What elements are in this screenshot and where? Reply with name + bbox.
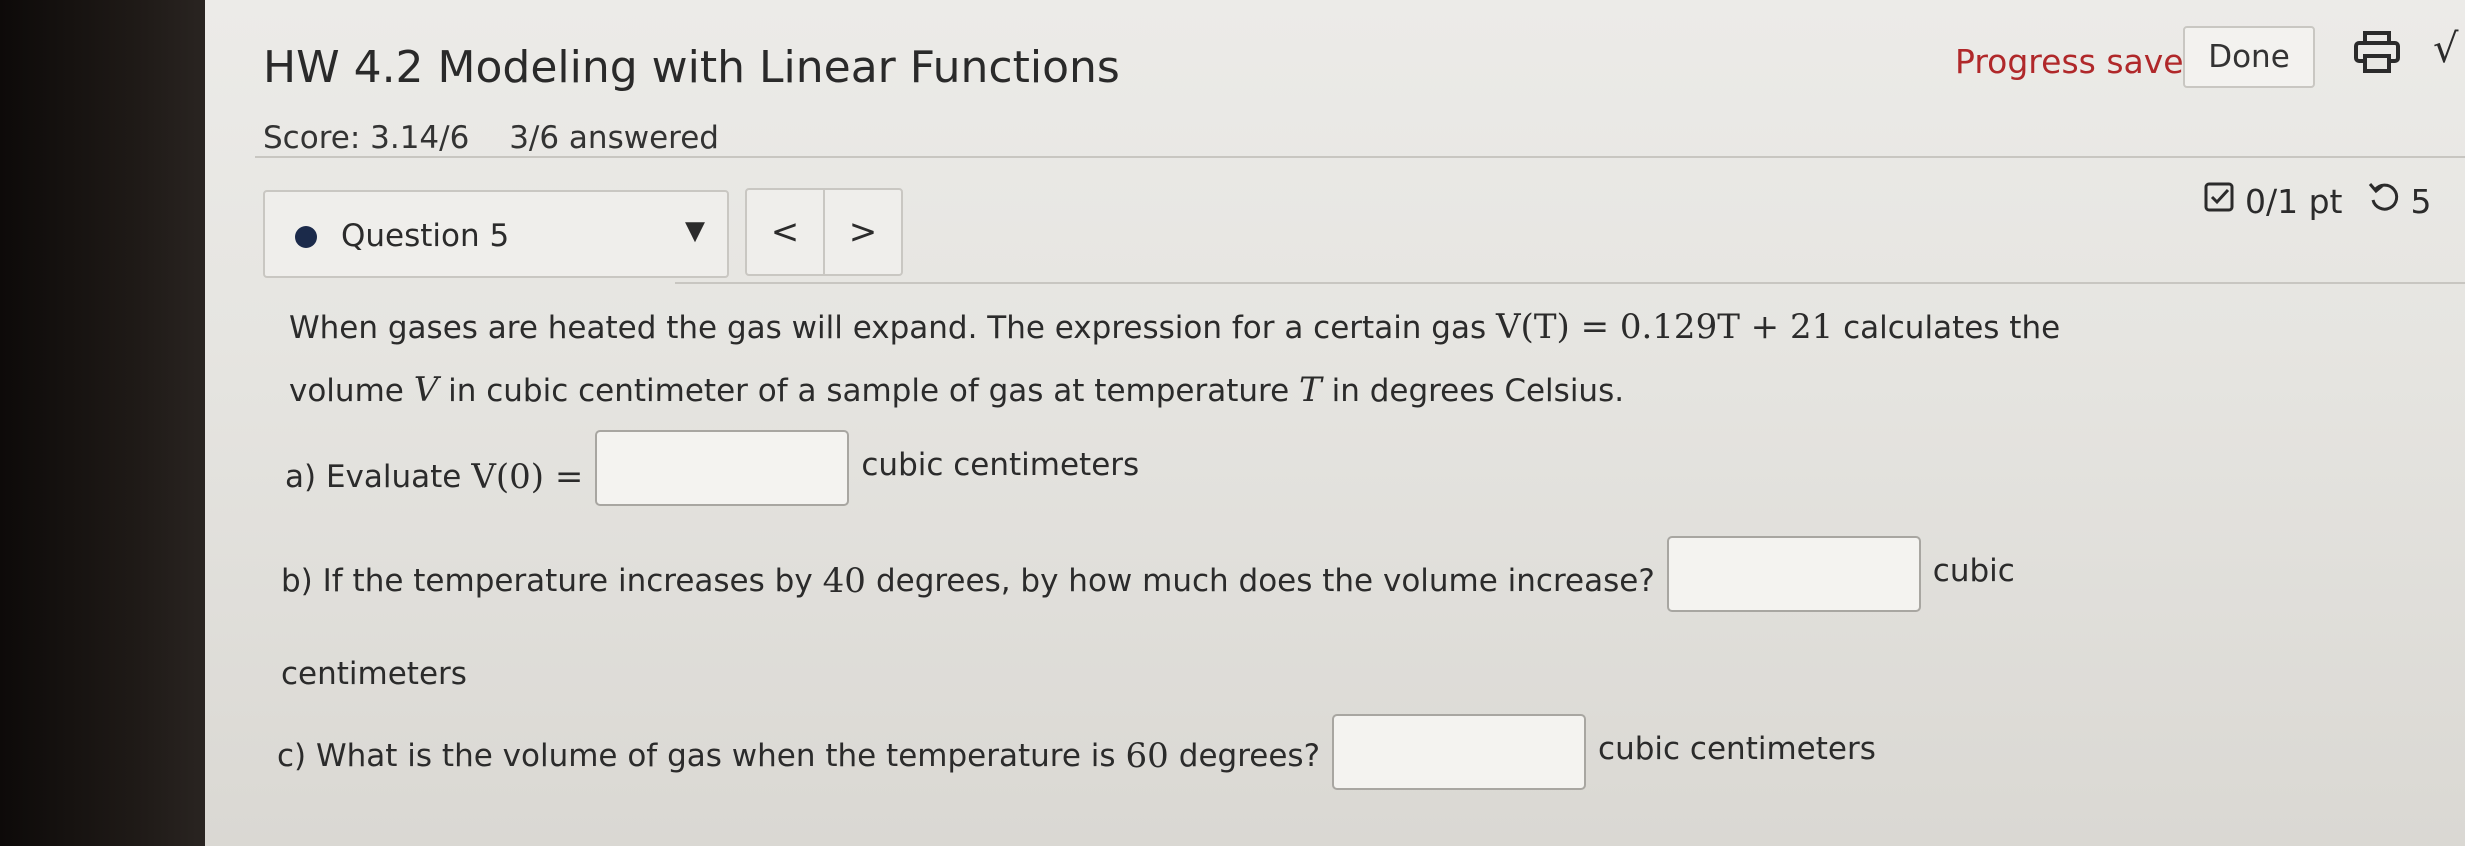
part-b-suffix-2: centimeters	[281, 656, 467, 692]
homework-page: HW 4.2 Modeling with Linear Functions Sc…	[205, 0, 2465, 846]
print-icon[interactable]	[2353, 30, 2401, 74]
status-dot-icon	[295, 226, 317, 248]
question-divider	[675, 282, 2465, 284]
prev-question-button[interactable]: <	[747, 190, 823, 274]
part-b-suffix-1: cubic	[1932, 553, 2015, 589]
prompt-expression: V(T) = 0.129T + 21	[1496, 307, 1834, 347]
var-v: V	[413, 370, 439, 410]
part-c-mid: degrees?	[1178, 738, 1321, 774]
question-prompt: When gases are heated the gas will expan…	[289, 296, 2149, 422]
prompt-text-4: in degrees Celsius.	[1331, 373, 1625, 409]
answered-text: 3/6 answered	[509, 120, 719, 156]
part-a-prefix: a) Evaluate	[285, 459, 462, 495]
part-a: a) Evaluate V(0) = cubic centimeters	[285, 430, 1140, 506]
retry-icon[interactable]	[2367, 180, 2401, 222]
part-c-answer-input[interactable]	[1332, 714, 1587, 790]
part-a-math: V(0) =	[471, 457, 584, 497]
part-c-prefix: c) What is the volume of gas when the te…	[277, 738, 1116, 774]
part-b: b) If the temperature increases by 40 de…	[281, 536, 2015, 612]
points-value: 0/1 pt	[2245, 181, 2343, 221]
retries-count: 5	[2410, 181, 2432, 221]
part-a-suffix: cubic centimeters	[861, 447, 1140, 483]
part-c-suffix: cubic centimeters	[1598, 731, 1876, 767]
part-b-continuation: centimeters	[281, 656, 467, 692]
monitor-bezel	[0, 0, 230, 846]
part-c-num: 60	[1125, 736, 1169, 776]
part-b-answer-input[interactable]	[1666, 536, 1921, 612]
question-nav: < >	[745, 188, 903, 276]
question-selector[interactable]: Question 5 ▼	[263, 190, 729, 278]
math-palette-icon[interactable]: √	[2433, 26, 2459, 72]
var-t: T	[1299, 370, 1322, 410]
points-info: 0/1 pt 5	[2203, 180, 2432, 222]
part-b-mid: degrees, by how much does the volume inc…	[875, 563, 1655, 599]
progress-status: Progress saved	[1955, 42, 2205, 81]
prompt-text-3: in cubic centimeter of a sample of gas a…	[448, 373, 1290, 409]
score-summary: Score: 3.14/6 3/6 answered	[263, 120, 749, 156]
part-b-prefix: b) If the temperature increases by	[281, 563, 813, 599]
caret-down-icon: ▼	[685, 216, 705, 246]
next-question-button[interactable]: >	[823, 190, 901, 274]
done-button[interactable]: Done	[2183, 26, 2315, 88]
question-selector-label: Question 5	[341, 218, 510, 254]
part-c: c) What is the volume of gas when the te…	[277, 714, 1876, 790]
checkbox-icon	[2203, 181, 2235, 221]
header-divider	[255, 156, 2465, 158]
page-title: HW 4.2 Modeling with Linear Functions	[263, 42, 1120, 93]
score-text: Score: 3.14/6	[263, 120, 470, 156]
prompt-text-1: When gases are heated the gas will expan…	[289, 310, 1487, 346]
part-a-answer-input[interactable]	[595, 430, 850, 506]
part-b-num: 40	[822, 561, 866, 601]
